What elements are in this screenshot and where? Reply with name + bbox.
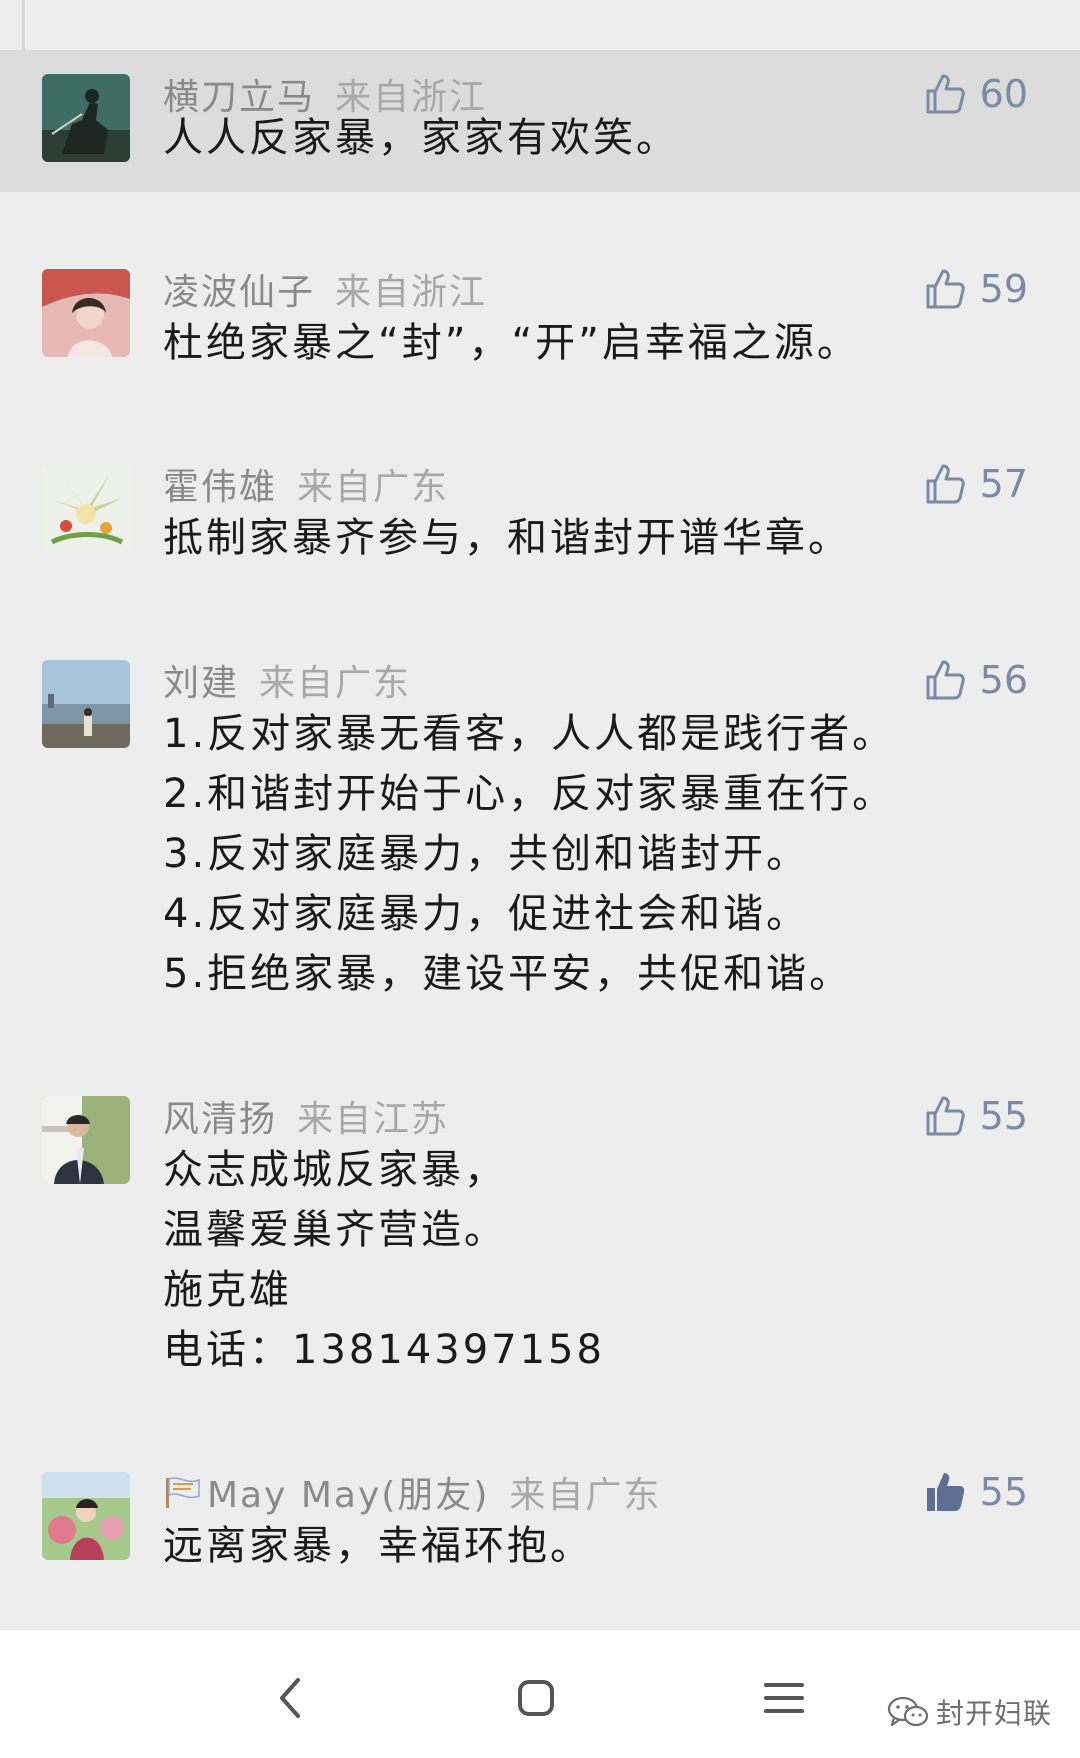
commenter-region: 来自广东	[259, 663, 412, 704]
comment-line: 3.反对家庭暴力，共创和谐封开。	[163, 831, 810, 877]
thumbs-up-filled-icon	[926, 1473, 964, 1511]
comment-item[interactable]: 凌波仙子 来自浙江 59 杜绝家暴之“封”，“开”启幸福之源。	[0, 245, 1080, 375]
like-count: 55	[979, 1094, 1028, 1138]
commenter-region: 来自广东	[297, 467, 450, 508]
comment-text: 远离家暴，幸福环抱。	[163, 1516, 1043, 1576]
commenter-region: 来自广东	[509, 1475, 662, 1516]
commenter-name[interactable]: May May(朋友)	[207, 1466, 489, 1518]
comment-line: 电话：13814397158	[163, 1327, 605, 1373]
divider	[22, 0, 25, 50]
commenter-name[interactable]: 凌波仙子	[163, 263, 315, 315]
comment-line: 远离家暴，幸福环抱。	[163, 1523, 593, 1569]
watermark-text: 封开妇联	[936, 1697, 1053, 1730]
thumbs-up-icon	[926, 269, 965, 309]
thumbs-up-icon	[926, 660, 965, 700]
like-button[interactable]: 57	[924, 456, 1028, 512]
comment-line: 施克雄	[163, 1267, 292, 1313]
square-home-icon	[518, 1680, 554, 1716]
comments-screen: 横刀立马 来自浙江 60 人人反家暴，家家有欢笑。 凌波仙子 来自浙江 59 杜…	[0, 0, 1080, 1758]
commenter-name[interactable]: 霍伟雄	[163, 458, 277, 510]
comment-line: 4.反对家庭暴力，促进社会和谐。	[163, 891, 810, 937]
comment-text: 众志成城反家暴， 温馨爱巢齐营造。 施克雄 电话：13814397158	[163, 1140, 1043, 1380]
comment-item[interactable]: May May(朋友) 来自广东 55 远离家暴，幸福环抱。	[0, 1448, 1080, 1598]
avatar[interactable]	[42, 660, 130, 748]
comment-line: 2.和谐封开始于心，反对家暴重在行。	[163, 771, 896, 817]
recent-apps-button[interactable]	[754, 1668, 814, 1728]
comment-line: 人人反家暴，家家有欢笑。	[163, 115, 679, 161]
comment-text: 杜绝家暴之“封”，“开”启幸福之源。	[163, 313, 1043, 373]
avatar[interactable]	[42, 464, 130, 552]
comment-line: 1.反对家暴无看客，人人都是践行者。	[163, 711, 896, 757]
like-count: 59	[979, 267, 1028, 311]
back-button[interactable]	[262, 1668, 322, 1728]
flag-badge-icon	[166, 1477, 200, 1508]
comment-text: 人人反家暴，家家有欢笑。	[163, 108, 1043, 168]
avatar[interactable]	[42, 1472, 130, 1560]
like-button[interactable]: 55	[924, 1088, 1028, 1144]
like-count: 56	[979, 658, 1028, 702]
wechat-icon	[887, 1696, 929, 1727]
comment-line: 抵制家暴齐参与，和谐封开谱华章。	[163, 515, 851, 561]
comment-text: 1.反对家暴无看客，人人都是践行者。 2.和谐封开始于心，反对家暴重在行。 3.…	[163, 704, 1043, 1004]
like-button[interactable]: 59	[924, 261, 1028, 317]
menu-icon	[764, 1683, 804, 1713]
commenter-region: 来自江苏	[297, 1099, 450, 1140]
comment-line: 众志成城反家暴，	[163, 1147, 507, 1193]
chevron-left-icon	[280, 1678, 300, 1718]
commenter-name[interactable]: 刘建	[163, 654, 239, 706]
comment-item[interactable]: 风清扬 来自江苏 55 众志成城反家暴， 温馨爱巢齐营造。 施克雄 电话：138…	[0, 1072, 1080, 1382]
avatar[interactable]	[42, 269, 130, 357]
commenter-name[interactable]: 风清扬	[163, 1090, 277, 1142]
like-button-active[interactable]: 55	[924, 1464, 1028, 1520]
watermark: 封开妇联	[886, 1692, 1052, 1732]
like-button[interactable]: 56	[924, 652, 1028, 708]
like-count: 55	[979, 1470, 1028, 1514]
avatar[interactable]	[42, 74, 130, 162]
comment-item[interactable]: 刘建 来自广东 56 1.反对家暴无看客，人人都是践行者。 2.和谐封开始于心，…	[0, 636, 1080, 1006]
comment-line: 杜绝家暴之“封”，“开”启幸福之源。	[163, 320, 860, 366]
comment-item[interactable]: 霍伟雄 来自广东 57 抵制家暴齐参与，和谐封开谱华章。	[0, 440, 1080, 570]
previous-item-strip	[0, 0, 1080, 50]
commenter-region: 来自浙江	[335, 272, 488, 313]
thumbs-up-icon	[926, 464, 965, 504]
thumbs-up-icon	[926, 1096, 965, 1136]
comment-item[interactable]: 横刀立马 来自浙江 60 人人反家暴，家家有欢笑。	[0, 50, 1080, 192]
avatar[interactable]	[42, 1096, 130, 1184]
like-count: 57	[979, 462, 1028, 506]
home-button[interactable]	[506, 1668, 566, 1728]
comment-text: 抵制家暴齐参与，和谐封开谱华章。	[163, 508, 1043, 568]
comment-line: 5.拒绝家暴，建设平安，共促和谐。	[163, 951, 853, 997]
comment-line: 温馨爱巢齐营造。	[163, 1207, 507, 1253]
